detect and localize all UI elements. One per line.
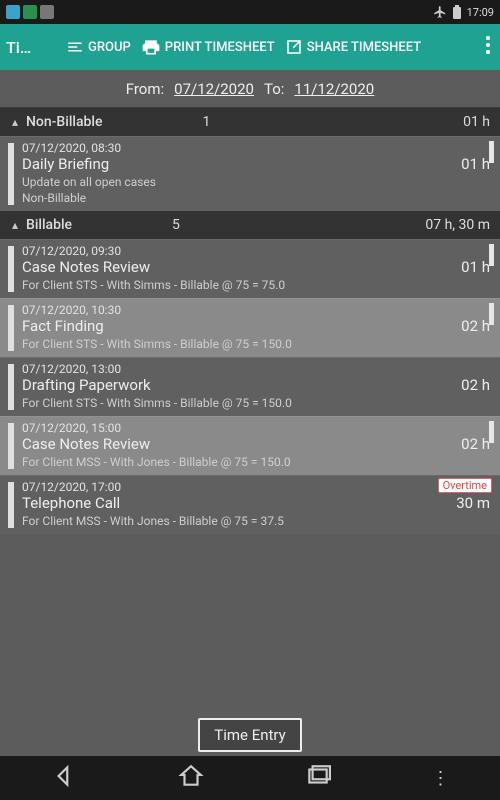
group-header[interactable]: ▴Non-Billable 1 01 h xyxy=(0,108,500,136)
nav-recent[interactable] xyxy=(305,763,331,793)
group-header[interactable]: ▴Billable 5 07 h, 30 m xyxy=(0,211,500,239)
entry-duration: 02 h xyxy=(461,435,490,453)
nav-back[interactable] xyxy=(51,763,77,793)
group-name: Billable xyxy=(26,217,72,233)
entry-detail: For Client MSS - With Jones - Billable @… xyxy=(22,455,490,469)
group-icon xyxy=(66,38,84,56)
entry-duration: 02 h xyxy=(461,376,490,394)
timesheet-list[interactable]: ▴Non-Billable101 h07/12/2020, 08:30Daily… xyxy=(0,108,500,756)
group-duration: 07 h, 30 m xyxy=(425,217,490,233)
entry-detail: For Client MSS - With Jones - Billable @… xyxy=(22,514,490,528)
time-entry[interactable]: 07/12/2020, 09:30Case Notes Review 01 h Fo… xyxy=(0,239,500,298)
status-bar: 17:09 xyxy=(0,0,500,24)
entry-detail: For Client STS - With Simms - Billable @… xyxy=(22,396,490,410)
time-entry[interactable]: 07/12/2020, 15:00Case Notes Review 02 h Fo… xyxy=(0,416,500,475)
entry-stripe xyxy=(8,423,14,469)
entry-duration: 02 h xyxy=(461,317,490,335)
entry-title: Telephone Call xyxy=(22,494,120,512)
entry-title: Fact Finding xyxy=(22,317,104,335)
time-entry[interactable]: 07/12/2020, 13:00Drafting Paperwork 02 h F… xyxy=(0,357,500,416)
share-icon xyxy=(285,38,303,56)
kebab-icon xyxy=(486,36,490,54)
entry-detail: For Client STS - With Simms - Billable @… xyxy=(22,278,490,292)
group-button[interactable]: GROUP xyxy=(66,38,131,56)
group-count: 1 xyxy=(202,114,210,130)
entry-stripe xyxy=(8,305,14,351)
entry-detail: Update on all open cases xyxy=(22,175,490,189)
entry-duration: 01 h xyxy=(461,258,490,276)
time-entry[interactable]: 07/12/2020, 08:30Daily Briefing 01 h Updat… xyxy=(0,136,500,211)
home-icon xyxy=(178,763,204,789)
entry-duration: 30 m xyxy=(456,494,490,512)
overtime-badge: Overtime xyxy=(438,478,492,493)
airplane-icon xyxy=(433,5,447,19)
entry-timestamp: 07/12/2020, 13:00 xyxy=(22,362,490,376)
back-icon xyxy=(51,763,77,789)
entry-stripe-right xyxy=(489,244,494,266)
entry-duration: 01 h xyxy=(461,155,490,173)
recent-icon xyxy=(305,763,331,789)
from-date[interactable]: 07/12/2020 xyxy=(174,80,254,98)
entry-timestamp: 07/12/2020, 10:30 xyxy=(22,303,490,317)
chevron-up-icon: ▴ xyxy=(6,115,24,129)
entry-title: Daily Briefing xyxy=(22,155,109,173)
time-entry[interactable]: 07/12/2020, 10:30Fact Finding 02 h For Cli… xyxy=(0,298,500,357)
share-button[interactable]: SHARE TIMESHEET xyxy=(285,38,421,56)
app-bar: Timesheet GROUP PRINT TIMESHEET SHARE TI… xyxy=(0,24,500,70)
entry-stripe xyxy=(8,143,14,205)
entry-stripe xyxy=(8,364,14,410)
clock-text: 17:09 xyxy=(467,6,494,19)
entry-timestamp: 07/12/2020, 08:30 xyxy=(22,141,490,155)
group-count: 5 xyxy=(172,217,180,233)
status-dot xyxy=(6,5,20,19)
group-duration: 01 h xyxy=(463,114,490,130)
entry-stripe xyxy=(8,246,14,292)
nav-bar: ⋮ xyxy=(0,756,500,800)
entry-stripe-right xyxy=(489,141,494,163)
status-dot xyxy=(40,5,54,19)
print-button[interactable]: PRINT TIMESHEET xyxy=(141,37,275,57)
entry-detail: Non-Billable xyxy=(22,191,490,205)
entry-detail: For Client STS - With Simms - Billable @… xyxy=(22,337,490,351)
from-label: From: xyxy=(126,80,164,98)
entry-title: Case Notes Review xyxy=(22,435,150,453)
entry-timestamp: 07/12/2020, 09:30 xyxy=(22,244,490,258)
entry-timestamp: 07/12/2020, 17:00 xyxy=(22,480,490,494)
time-entry-button[interactable]: Time Entry xyxy=(198,718,301,752)
status-dot xyxy=(23,5,37,19)
time-entry[interactable]: Overtime07/12/2020, 17:00Telephone Call 3… xyxy=(0,475,500,534)
battery-icon xyxy=(453,5,461,19)
date-range-row: From: 07/12/2020 To: 11/12/2020 xyxy=(0,70,500,108)
entry-title: Drafting Paperwork xyxy=(22,376,151,394)
overflow-menu[interactable] xyxy=(482,36,494,58)
to-date[interactable]: 11/12/2020 xyxy=(294,80,374,98)
entry-timestamp: 07/12/2020, 15:00 xyxy=(22,421,490,435)
nav-overflow[interactable]: ⋮ xyxy=(432,768,450,789)
group-name: Non-Billable xyxy=(26,114,102,130)
chevron-up-icon: ▴ xyxy=(6,218,24,232)
entry-title: Case Notes Review xyxy=(22,258,150,276)
entry-stripe xyxy=(8,482,14,528)
print-icon xyxy=(141,37,161,57)
entry-stripe-right xyxy=(489,421,494,443)
entry-stripe-right xyxy=(489,303,494,325)
to-label: To: xyxy=(264,80,284,98)
app-title: Timesheet xyxy=(6,38,40,57)
nav-home[interactable] xyxy=(178,763,204,793)
